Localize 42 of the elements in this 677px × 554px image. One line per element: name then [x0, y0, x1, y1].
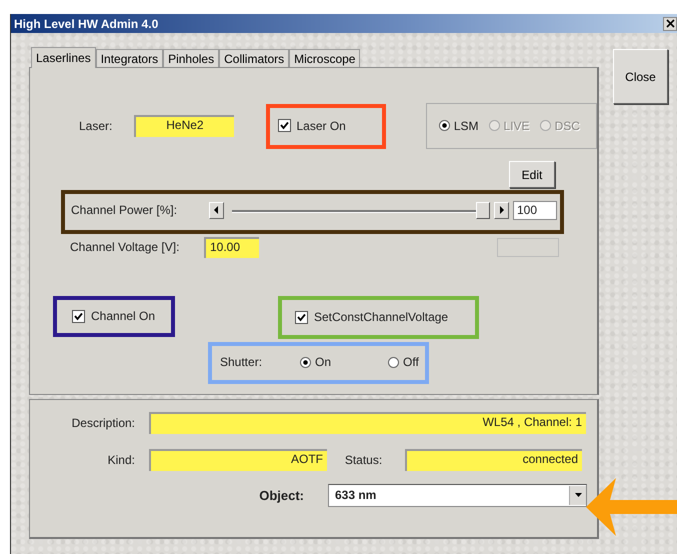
empty-field	[497, 238, 559, 256]
checkbox-label: Channel On	[91, 309, 156, 323]
radio-label: LSM	[454, 118, 479, 132]
description-label: Description:	[70, 416, 135, 430]
callout-arrow-icon	[586, 478, 677, 536]
radio-label: LIVE	[504, 118, 530, 132]
radio-button[interactable]	[300, 356, 311, 368]
object-label: Object:	[258, 488, 304, 502]
object-dropdown[interactable]: 633 nm	[328, 484, 587, 506]
laser-label: Laser:	[79, 118, 112, 132]
shutter-label: Shutter:	[220, 355, 264, 369]
tab[interactable]: Integrators	[96, 49, 164, 67]
channel-voltage-label: Channel Voltage [V]:	[70, 240, 180, 254]
tab[interactable]: Pinholes	[163, 49, 220, 67]
close-button[interactable]: Close	[613, 49, 668, 104]
radio-label: On	[315, 355, 332, 369]
window-title: High Level HW Admin 4.0	[14, 16, 158, 30]
checkbox-label: Laser On	[296, 118, 346, 132]
caret-icon[interactable]	[574, 493, 582, 497]
kind-label: Kind:	[106, 453, 135, 467]
checkbox[interactable]	[278, 119, 290, 132]
tab[interactable]: Microscope	[289, 49, 360, 67]
radio-button[interactable]	[438, 120, 450, 131]
radio-label: Off	[403, 355, 419, 369]
checkbox-label: SetConstChannelVoltage	[314, 310, 448, 324]
slider-thumb[interactable]	[476, 202, 490, 218]
channel-power-label: Channel Power [%]:	[71, 203, 178, 217]
description-field[interactable]: WL54 , Channel: 1	[149, 412, 586, 434]
status-field[interactable]: connected	[405, 449, 582, 471]
radio-label: DSC	[554, 118, 580, 132]
checkbox[interactable]	[72, 310, 85, 322]
edit-button[interactable]: Edit	[509, 161, 555, 188]
power-value-field[interactable]: 100	[513, 200, 557, 220]
tab[interactable]: Laserlines	[31, 47, 96, 68]
kind-field[interactable]: AOTF	[149, 449, 327, 471]
close-icon[interactable]	[663, 16, 677, 30]
tab[interactable]: Collimators	[219, 49, 290, 67]
checkbox[interactable]	[295, 310, 308, 324]
channel-voltage-field[interactable]: 10.00	[204, 236, 259, 258]
laser-field[interactable]: HeNe2	[134, 114, 234, 136]
radio-button[interactable]	[388, 356, 399, 368]
status-label: Status:	[344, 453, 384, 467]
